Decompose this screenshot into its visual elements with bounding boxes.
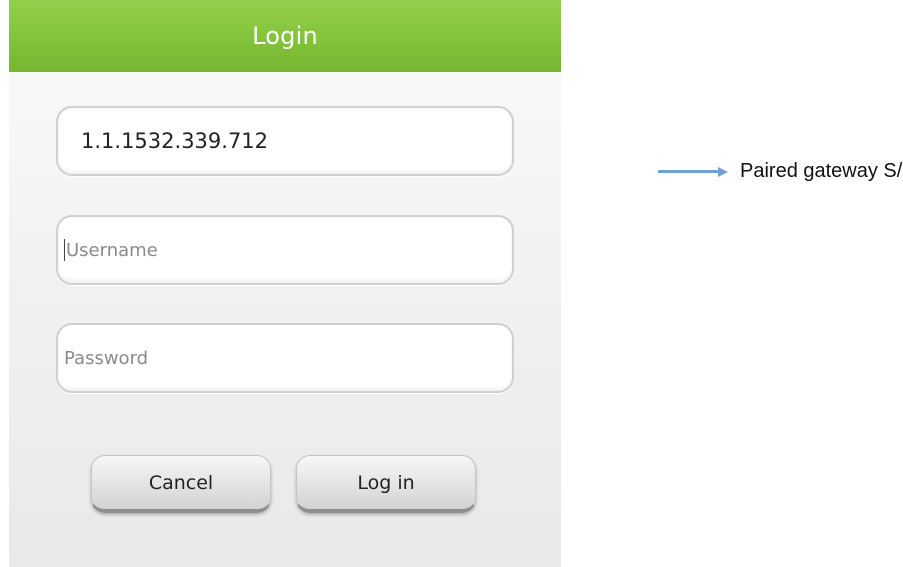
dialog-title: Login — [252, 22, 318, 50]
text-cursor — [64, 239, 65, 261]
gateway-serial-value: 1.1.1532.339.712 — [81, 129, 269, 153]
login-button[interactable]: Log in — [296, 455, 476, 513]
dialog-title-bar: Login — [9, 0, 561, 72]
password-field[interactable]: Password — [56, 323, 514, 393]
annotation-label: Paired gateway S/N — [740, 160, 903, 182]
cancel-button[interactable]: Cancel — [91, 455, 271, 513]
username-field[interactable]: Username — [56, 215, 514, 285]
serial-annotation: Paired gateway S/N — [658, 160, 903, 183]
username-placeholder: Username — [66, 239, 158, 261]
gateway-serial-field[interactable]: 1.1.1532.339.712 — [56, 106, 514, 176]
login-dialog: Login 1.1.1532.339.712 Username Password… — [9, 0, 561, 567]
arrow-head-icon — [718, 166, 728, 177]
arrow-right-icon — [658, 170, 718, 173]
password-placeholder: Password — [64, 347, 149, 369]
